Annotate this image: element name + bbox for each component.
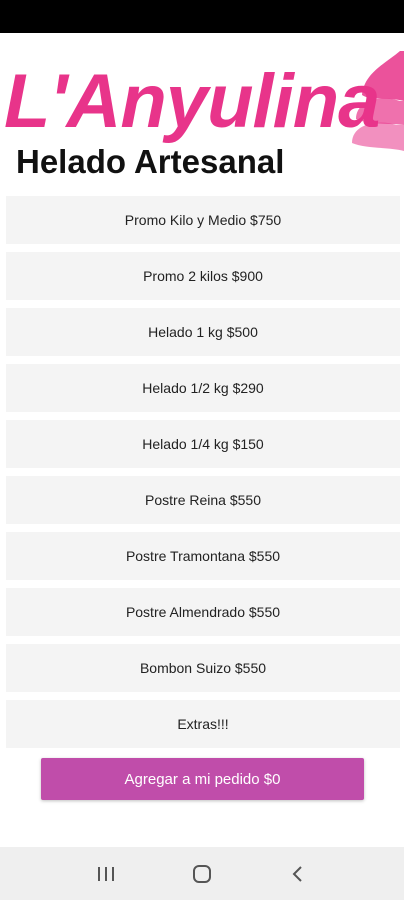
- menu-item-label: Bombon Suizo $550: [139, 660, 267, 676]
- brand-logo-graphic: L'Anyulina Helado Artesanal: [4, 51, 404, 180]
- menu-item-bombon-suizo[interactable]: Bombon Suizo $550: [6, 644, 400, 692]
- menu-item-helado-half-kg[interactable]: Helado 1/2 kg $290: [6, 364, 400, 412]
- menu-item-label: Helado 1/4 kg $150: [142, 436, 264, 452]
- menu-item-extras[interactable]: Extras!!!: [6, 700, 400, 748]
- recents-button[interactable]: [86, 854, 126, 894]
- home-button[interactable]: [182, 854, 222, 894]
- menu-item-label: Promo Kilo y Medio $750: [124, 212, 282, 228]
- menu-item-label: Helado 1/2 kg $290: [142, 380, 264, 396]
- menu-item-promo-2-kilos[interactable]: Promo 2 kilos $900: [6, 252, 400, 300]
- menu-item-postre-almendrado[interactable]: Postre Almendrado $550: [6, 588, 400, 636]
- menu-item-label: Postre Almendrado $550: [125, 604, 281, 620]
- menu-item-label: Promo 2 kilos $900: [143, 268, 263, 284]
- home-icon: [193, 864, 211, 883]
- menu-item-helado-1kg[interactable]: Helado 1 kg $500: [6, 308, 400, 356]
- menu-item-helado-quarter-kg[interactable]: Helado 1/4 kg $150: [6, 420, 400, 468]
- menu-item-label: Extras!!!: [177, 716, 229, 732]
- brand-logo: L'Anyulina Helado Artesanal: [0, 33, 404, 183]
- menu-item-promo-kilo-y-medio[interactable]: Promo Kilo y Medio $750: [6, 196, 400, 244]
- add-to-order-button[interactable]: Agregar a mi pedido $0: [41, 758, 364, 800]
- menu-item-postre-reina[interactable]: Postre Reina $550: [6, 476, 400, 524]
- back-icon: [292, 865, 302, 882]
- brand-tagline: Helado Artesanal: [16, 143, 284, 180]
- menu-item-postre-tramontana[interactable]: Postre Tramontana $550: [6, 532, 400, 580]
- menu-item-label: Helado 1 kg $500: [148, 324, 258, 340]
- menu-item-label: Postre Tramontana $550: [125, 548, 281, 564]
- back-button[interactable]: [278, 854, 318, 894]
- menu-item-label: Postre Reina $550: [145, 492, 261, 508]
- product-list: Promo Kilo y Medio $750 Promo 2 kilos $9…: [6, 196, 400, 756]
- brand-name: L'Anyulina: [4, 59, 379, 144]
- system-nav-bar: [0, 847, 404, 900]
- add-to-order-label: Agregar a mi pedido $0: [124, 770, 281, 788]
- status-bar: [0, 0, 404, 33]
- recents-icon: [98, 866, 114, 881]
